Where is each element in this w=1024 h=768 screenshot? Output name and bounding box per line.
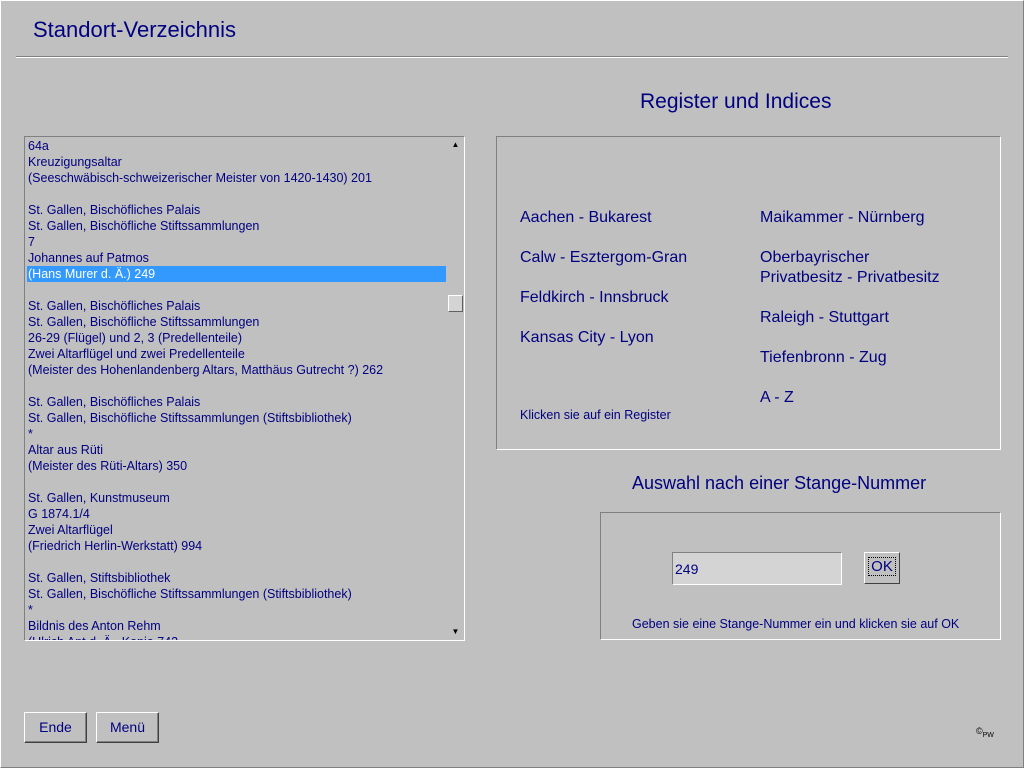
- list-item[interactable]: St. Gallen, Bischöfliche Stiftssammlunge…: [27, 586, 446, 602]
- register-link[interactable]: Aachen - Bukarest: [520, 208, 652, 228]
- ok-button-label: OK: [868, 557, 896, 576]
- list-content[interactable]: 64a Kreuzigungsaltar (Seeschwäbisch-schwei…: [25, 137, 446, 640]
- register-title: Register und Indices: [640, 90, 832, 113]
- list-item[interactable]: Kreuzigungsaltar: [27, 154, 446, 170]
- list-item[interactable]: St. Gallen, Stiftsbibliothek: [27, 570, 446, 586]
- list-item[interactable]: *: [27, 426, 446, 442]
- list-item[interactable]: Bildnis des Anton Rehm: [27, 618, 446, 634]
- register-link[interactable]: Maikammer - Nürnberg: [760, 208, 924, 228]
- register-link[interactable]: Tiefenbronn - Zug: [760, 348, 887, 368]
- list-item[interactable]: (Seeschwäbisch-schweizerischer Meister v…: [27, 170, 446, 186]
- scroll-down-arrow-icon[interactable]: ▼: [447, 624, 464, 640]
- list-item[interactable]: St. Gallen, Bischöfliche Stiftssammlunge…: [27, 218, 446, 234]
- register-link[interactable]: Feldkirch - Innsbruck: [520, 288, 669, 308]
- register-link[interactable]: Oberbayrischer Privatbesitz - Privatbesi…: [760, 248, 940, 288]
- stange-number-input[interactable]: [672, 552, 842, 585]
- list-item[interactable]: Johannes auf Patmos: [27, 250, 446, 266]
- list-item[interactable]: St. Gallen, Kunstmuseum: [27, 490, 446, 506]
- list-item[interactable]: Zwei Altarflügel und zwei Predellenteile: [27, 346, 446, 362]
- page-title: Standort-Verzeichnis: [33, 17, 236, 42]
- list-item[interactable]: St. Gallen, Bischöfliche Stiftssammlunge…: [27, 314, 446, 330]
- list-item[interactable]: 26-29 (Flügel) und 2, 3 (Predellenteile): [27, 330, 446, 346]
- list-item[interactable]: (Ulrich Apt d. Ä., Kopie 742: [27, 634, 446, 640]
- list-item[interactable]: (Hans Murer d. Ä.) 249: [27, 266, 446, 282]
- menu-button[interactable]: Menü: [96, 712, 159, 743]
- list-scrollbar[interactable]: ▲ ▼: [447, 137, 464, 640]
- list-item[interactable]: St. Gallen, Bischöfliches Palais: [27, 394, 446, 410]
- list-item[interactable]: 64a: [27, 138, 446, 154]
- register-link[interactable]: A - Z: [760, 388, 794, 408]
- copyright-initials: PW: [982, 731, 994, 739]
- list-item[interactable]: [27, 378, 446, 394]
- ok-button[interactable]: OK: [864, 552, 900, 584]
- list-item[interactable]: Zwei Altarflügel: [27, 522, 446, 538]
- list-item[interactable]: [27, 186, 446, 202]
- list-item[interactable]: St. Gallen, Bischöfliche Stiftssammlunge…: [27, 410, 446, 426]
- list-item[interactable]: [27, 282, 446, 298]
- scroll-thumb[interactable]: [448, 295, 463, 312]
- stange-hint: Geben sie eine Stange-Nummer ein und kli…: [632, 617, 960, 631]
- register-link[interactable]: Kansas City - Lyon: [520, 328, 654, 348]
- list-item[interactable]: 7: [27, 234, 446, 250]
- list-item[interactable]: [27, 554, 446, 570]
- list-item[interactable]: (Meister des Hohenlandenberg Altars, Mat…: [27, 362, 446, 378]
- register-link[interactable]: Calw - Esztergom-Gran: [520, 248, 687, 268]
- scroll-up-arrow-icon[interactable]: ▲: [447, 137, 464, 153]
- end-button[interactable]: Ende: [24, 712, 87, 743]
- register-hint: Klicken sie auf ein Register: [520, 408, 671, 422]
- copyright-mark: ©PW: [976, 726, 994, 739]
- list-item[interactable]: G 1874.1/4: [27, 506, 446, 522]
- list-item[interactable]: (Meister des Rüti-Altars) 350: [27, 458, 446, 474]
- stange-title: Auswahl nach einer Stange-Nummer: [632, 473, 927, 493]
- title-divider: [16, 56, 1008, 58]
- location-listbox[interactable]: 64a Kreuzigungsaltar (Seeschwäbisch-schwei…: [24, 136, 465, 641]
- list-item[interactable]: St. Gallen, Bischöfliches Palais: [27, 202, 446, 218]
- list-item[interactable]: (Friedrich Herlin-Werkstatt) 994: [27, 538, 446, 554]
- list-item[interactable]: [27, 474, 446, 490]
- list-item[interactable]: Altar aus Rüti: [27, 442, 446, 458]
- list-item[interactable]: St. Gallen, Bischöfliches Palais: [27, 298, 446, 314]
- list-item[interactable]: *: [27, 602, 446, 618]
- copyright-symbol: ©: [976, 726, 983, 736]
- register-link[interactable]: Raleigh - Stuttgart: [760, 308, 889, 328]
